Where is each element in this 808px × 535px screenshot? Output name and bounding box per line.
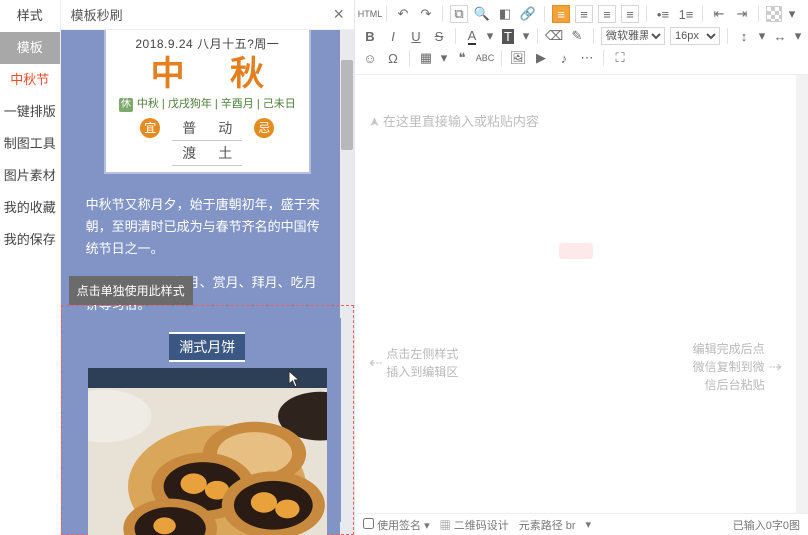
sidebar-item-drawing[interactable]: 制图工具	[0, 128, 60, 160]
calendar-row-2: 渡 土	[116, 143, 299, 163]
sidebar-item-favorites[interactable]: 我的收藏	[0, 192, 60, 224]
template-selected-block[interactable]: 潮式月饼	[61, 305, 354, 535]
html-button[interactable]: HTML	[361, 5, 379, 23]
qrcode-link[interactable]: ▦ 二维码设计	[440, 517, 509, 533]
table-icon[interactable]: ▦	[417, 49, 435, 67]
rest-badge: 休	[119, 98, 133, 112]
link-icon[interactable]: 🔗	[519, 5, 537, 23]
eraser-icon[interactable]: ◧	[496, 5, 514, 23]
italic-icon[interactable]: I	[384, 27, 402, 45]
table-dropdown-icon[interactable]: ▾	[440, 49, 448, 67]
spacing-icon[interactable]: ↔	[771, 27, 789, 45]
color-swatch[interactable]	[766, 6, 782, 22]
indent-icon[interactable]: ⇥	[733, 5, 751, 23]
align-left-icon[interactable]: ≡	[552, 5, 570, 23]
editor-canvas[interactable]: ➤在这里直接输入或粘贴内容 ⇠ 点击左侧样式插入到编辑区 编辑完成后点微信复制到…	[355, 75, 796, 513]
dark-bar	[88, 368, 327, 388]
hint-left: ⇠ 点击左侧样式插入到编辑区	[369, 345, 458, 381]
calendar-card[interactable]: 2018.9.24 八月十五?周一 中 秋 休中秋 | 戊戌狗年 | 辛酉月 |…	[104, 30, 311, 174]
fullscreen-icon[interactable]: ⛶	[611, 49, 629, 67]
bgcolor-dropdown-icon[interactable]: ▾	[522, 27, 530, 45]
bgcolor-icon[interactable]: T	[499, 27, 517, 45]
sidebar-item-saved[interactable]: 我的保存	[0, 224, 60, 256]
emoji-icon[interactable]: ☺	[361, 49, 379, 67]
mooncake-image	[88, 388, 327, 535]
strike-icon[interactable]: S	[430, 27, 448, 45]
editor-scrollbar[interactable]	[796, 75, 808, 513]
font-family-select[interactable]: 微软雅黑	[601, 27, 665, 45]
use-style-tooltip: 点击单独使用此样式	[69, 276, 193, 305]
template-scrollbar-thumb[interactable]	[341, 60, 353, 150]
outdent-icon[interactable]: ⇤	[710, 5, 728, 23]
arrow-right-icon: ⇢	[769, 357, 782, 377]
editor-toolbar: HTML ↶ ↷ ⧉ 🔍 ◧ 🔗 ≡ ≡ ≡ ≡ •≡ 1≡ ⇤ ⇥	[355, 0, 808, 75]
redo-icon[interactable]: ↷	[417, 5, 435, 23]
undo-icon[interactable]: ↶	[394, 5, 412, 23]
lineheight-icon[interactable]: ↕	[735, 27, 753, 45]
template-body: 2018.9.24 八月十五?周一 中 秋 休中秋 | 戊戌狗年 | 辛酉月 |…	[61, 30, 354, 535]
search-icon[interactable]: 🔍	[473, 5, 491, 23]
copy-icon[interactable]: ⧉	[450, 5, 468, 23]
signature-toggle[interactable]: 使用签名 ▾	[363, 517, 430, 533]
template-panel: 模板秒刷 × 2018.9.24 八月十五?周一 中 秋 休中秋 | 戊戌狗年 …	[61, 0, 355, 535]
spacing-dropdown-icon[interactable]: ▾	[794, 27, 802, 45]
align-center-icon[interactable]: ≡	[575, 5, 593, 23]
sidebar-item-layout[interactable]: 一键排版	[0, 96, 60, 128]
symbol-icon[interactable]: Ω	[384, 49, 402, 67]
quote-icon[interactable]: ❝	[453, 49, 471, 67]
ji-badge: 忌	[254, 118, 274, 138]
path-dropdown-icon[interactable]: ▾	[586, 518, 592, 531]
fontcolor-icon[interactable]: A	[463, 27, 481, 45]
calendar-title: 中 秋	[116, 56, 299, 93]
editor-area: HTML ↶ ↷ ⧉ 🔍 ◧ 🔗 ≡ ≡ ≡ ≡ •≡ 1≡ ⇤ ⇥	[355, 0, 808, 535]
lineheight-dropdown-icon[interactable]: ▾	[758, 27, 766, 45]
sidebar-item-midautumn[interactable]: 中秋节	[0, 64, 60, 96]
clear-format-icon[interactable]: ⌫	[545, 27, 563, 45]
sidebar-item-images[interactable]: 图片素材	[0, 160, 60, 192]
align-right-icon[interactable]: ≡	[598, 5, 616, 23]
arrow-left-icon: ⇠	[369, 353, 382, 373]
calendar-subtitle: 休中秋 | 戊戌狗年 | 辛酉月 | 己未日	[116, 95, 299, 112]
left-sidebar: 样式 模板 中秋节 一键排版 制图工具 图片素材 我的收藏 我的保存	[0, 0, 61, 535]
fontcolor-dropdown-icon[interactable]: ▾	[486, 27, 494, 45]
calendar-row-1: 宜 普 动 忌	[116, 118, 299, 138]
underline-icon[interactable]: U	[407, 27, 425, 45]
audio-icon[interactable]: ♪	[555, 49, 573, 67]
word-count: 已输入0字0图	[733, 517, 800, 533]
bold-icon[interactable]: B	[361, 27, 379, 45]
color-dropdown-icon[interactable]: ▾	[787, 5, 797, 23]
template-paragraph-1[interactable]: 中秋节又称月夕，始于唐朝初年，盛于宋朝，至明清时已成为与春节齐名的中国传统节日之…	[76, 174, 339, 260]
abc-icon[interactable]: ABC	[476, 49, 494, 67]
hint-right: 编辑完成后点微信复制到微信后台粘贴 ⇢	[693, 340, 782, 394]
status-bar: 使用签名 ▾ ▦ 二维码设计 元素路径 br ▾ 已输入0字0图	[355, 513, 808, 535]
list-ul-icon[interactable]: •≡	[654, 5, 672, 23]
format-paint-icon[interactable]: ✎	[568, 27, 586, 45]
yi-badge: 宜	[140, 118, 160, 138]
placeholder-arrow-icon: ➤	[366, 117, 382, 128]
font-size-select[interactable]: 16px	[670, 27, 720, 45]
image-icon[interactable]: 🖼	[509, 49, 527, 67]
calendar-date: 2018.9.24 八月十五?周一	[116, 35, 299, 52]
close-icon[interactable]: ×	[333, 4, 344, 25]
list-ol-icon[interactable]: 1≡	[677, 5, 695, 23]
highlight-blob	[559, 243, 593, 259]
video-icon[interactable]: ▶	[532, 49, 550, 67]
template-title: 模板秒刷	[71, 5, 123, 24]
template-header: 模板秒刷 ×	[61, 0, 354, 30]
align-justify-icon[interactable]: ≡	[621, 5, 639, 23]
more-icon[interactable]: ⋯	[578, 49, 596, 67]
sidebar-item-template[interactable]: 模板	[0, 32, 60, 64]
element-path: 元素路径 br	[519, 517, 576, 533]
mooncake-tag: 潮式月饼	[169, 332, 245, 362]
sidebar-item-style[interactable]: 样式	[0, 0, 60, 32]
editor-placeholder: ➤在这里直接输入或粘贴内容	[369, 111, 782, 130]
